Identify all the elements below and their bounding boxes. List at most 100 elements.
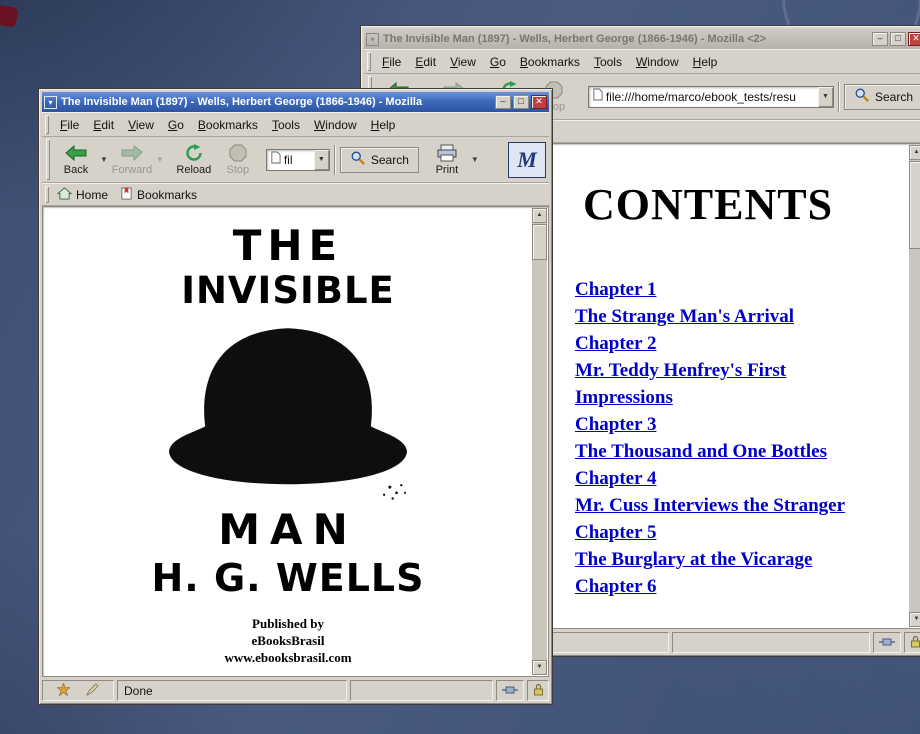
- titlebar[interactable]: ▾ The Invisible Man (1897) - Wells, Herb…: [364, 29, 920, 49]
- chapter-link[interactable]: Mr. Teddy Henfrey's First Impressions: [575, 357, 860, 411]
- back-button[interactable]: Back: [54, 140, 98, 180]
- scroll-up-icon[interactable]: ▲: [532, 208, 547, 223]
- vertical-scrollbar[interactable]: ▲ ▼: [532, 208, 547, 675]
- window-menu-icon[interactable]: ▾: [44, 96, 57, 109]
- progress-area: [672, 632, 870, 653]
- desktop: ▾ The Invisible Man (1897) - Wells, Herb…: [0, 0, 920, 734]
- online-status[interactable]: [873, 632, 901, 653]
- foreground-browser-window: ▾ The Invisible Man (1897) - Wells, Herb…: [38, 88, 553, 705]
- menu-file[interactable]: File: [375, 52, 408, 72]
- publisher-block: Published by eBooksBrasil www.ebooksbras…: [43, 615, 533, 666]
- search-button[interactable]: Search: [844, 84, 920, 110]
- toolbar-grippy[interactable]: [45, 115, 49, 134]
- url-bar[interactable]: file:///home/marco/ebook_tests/resu ▼: [588, 86, 834, 108]
- scrollbar-thumb[interactable]: [909, 161, 920, 249]
- scroll-down-icon[interactable]: ▼: [532, 660, 547, 675]
- url-value[interactable]: fil: [284, 153, 311, 167]
- chapter-link[interactable]: Chapter 1: [575, 276, 860, 303]
- security-status[interactable]: [527, 680, 549, 701]
- window-title: The Invisible Man (1897) - Wells, Herber…: [61, 96, 491, 108]
- publisher-line1: Published by: [43, 615, 533, 632]
- menu-bookmarks[interactable]: Bookmarks: [513, 52, 587, 72]
- url-bar[interactable]: fil ▼: [266, 149, 330, 171]
- chapter-link-list: Chapter 1 The Strange Man's Arrival Chap…: [575, 276, 860, 600]
- toolbar-grippy[interactable]: [367, 52, 371, 71]
- stop-button[interactable]: Stop: [216, 140, 260, 180]
- menu-window[interactable]: Window: [307, 115, 364, 135]
- reload-button[interactable]: Reload: [172, 140, 216, 180]
- url-value[interactable]: file:///home/marco/ebook_tests/resu: [606, 90, 815, 104]
- maximize-button[interactable]: □: [890, 32, 906, 46]
- status-text: Done: [117, 680, 347, 701]
- composer-icon[interactable]: [86, 683, 99, 699]
- chapter-link[interactable]: Chapter 2: [575, 330, 860, 357]
- minimize-button[interactable]: ‒: [495, 95, 511, 109]
- chapter-link[interactable]: Chapter 3: [575, 411, 860, 438]
- close-button[interactable]: ✕: [531, 95, 547, 109]
- toolbar-grippy[interactable]: [45, 186, 49, 203]
- security-status[interactable]: [904, 632, 920, 653]
- cover-title-line1: THE: [43, 223, 533, 269]
- lock-icon: [533, 683, 544, 699]
- cover-author: H. G. WELLS: [43, 555, 533, 601]
- url-dropdown-icon[interactable]: ▼: [314, 150, 329, 170]
- menu-help[interactable]: Help: [686, 52, 725, 72]
- progress-area: [350, 680, 493, 701]
- page-content: THE INVISIBLE MAN H. G. WELLS Published …: [42, 206, 549, 677]
- vertical-scrollbar[interactable]: ▲ ▼: [909, 145, 920, 627]
- menu-view[interactable]: View: [121, 115, 161, 135]
- statusbar: Done: [42, 677, 549, 701]
- menu-file[interactable]: File: [53, 115, 86, 135]
- scrollbar-thumb[interactable]: [532, 224, 547, 260]
- chapter-link[interactable]: The Burglary at the Vicarage: [575, 546, 860, 573]
- menu-edit[interactable]: Edit: [408, 52, 443, 72]
- menubar: File Edit View Go Bookmarks Tools Window…: [42, 112, 549, 137]
- mozilla-logo-button[interactable]: M: [508, 142, 546, 178]
- scroll-up-icon[interactable]: ▲: [909, 145, 920, 160]
- window-menu-icon[interactable]: ▾: [366, 33, 379, 46]
- menu-bookmarks[interactable]: Bookmarks: [191, 115, 265, 135]
- chapter-link[interactable]: The Strange Man's Arrival: [575, 303, 860, 330]
- print-dropdown-icon[interactable]: ▼: [471, 155, 479, 164]
- back-dropdown-icon[interactable]: ▼: [100, 155, 108, 164]
- menu-window[interactable]: Window: [629, 52, 686, 72]
- close-button[interactable]: ✕: [908, 32, 920, 46]
- navigation-toolbar: Back ▼ Forward ▼ Reload Stop: [42, 137, 549, 183]
- forward-button[interactable]: Forward: [110, 140, 154, 180]
- menu-go[interactable]: Go: [161, 115, 191, 135]
- menu-edit[interactable]: Edit: [86, 115, 121, 135]
- page-icon: [592, 88, 603, 106]
- url-dropdown-icon[interactable]: ▼: [818, 87, 833, 107]
- search-button[interactable]: Search: [340, 147, 419, 173]
- titlebar[interactable]: ▾ The Invisible Man (1897) - Wells, Herb…: [42, 92, 549, 112]
- menu-help[interactable]: Help: [364, 115, 403, 135]
- chapter-link[interactable]: Mr. Cuss Interviews the Stranger: [575, 492, 860, 519]
- chapter-link[interactable]: Chapter 6: [575, 573, 860, 600]
- reload-icon: [185, 144, 203, 162]
- chapter-link[interactable]: The Thousand and One Bottles: [575, 438, 860, 465]
- print-icon: [436, 144, 458, 162]
- forward-dropdown-icon[interactable]: ▼: [156, 155, 164, 164]
- menu-view[interactable]: View: [443, 52, 483, 72]
- maximize-button[interactable]: □: [513, 95, 529, 109]
- chapter-link[interactable]: Chapter 5: [575, 519, 860, 546]
- menu-tools[interactable]: Tools: [265, 115, 307, 135]
- minimize-button[interactable]: ‒: [872, 32, 888, 46]
- bookmarks-button[interactable]: Bookmarks: [116, 185, 205, 205]
- menu-tools[interactable]: Tools: [587, 52, 629, 72]
- toolbar-grippy[interactable]: [46, 139, 50, 180]
- stop-icon: [229, 144, 247, 162]
- lock-icon: [910, 635, 920, 651]
- window-title: The Invisible Man (1897) - Wells, Herber…: [383, 33, 868, 45]
- print-button[interactable]: Print: [425, 140, 469, 180]
- chapter-link[interactable]: Chapter 4: [575, 465, 860, 492]
- online-status[interactable]: [496, 680, 524, 701]
- scroll-down-icon[interactable]: ▼: [909, 612, 920, 627]
- component-bar[interactable]: [42, 680, 114, 701]
- menu-go[interactable]: Go: [483, 52, 513, 72]
- home-button[interactable]: Home: [53, 185, 116, 205]
- bookmarks-icon: [120, 187, 133, 203]
- navigator-icon[interactable]: [57, 683, 70, 699]
- search-icon: [854, 87, 870, 106]
- contents-heading: CONTENTS: [583, 180, 910, 230]
